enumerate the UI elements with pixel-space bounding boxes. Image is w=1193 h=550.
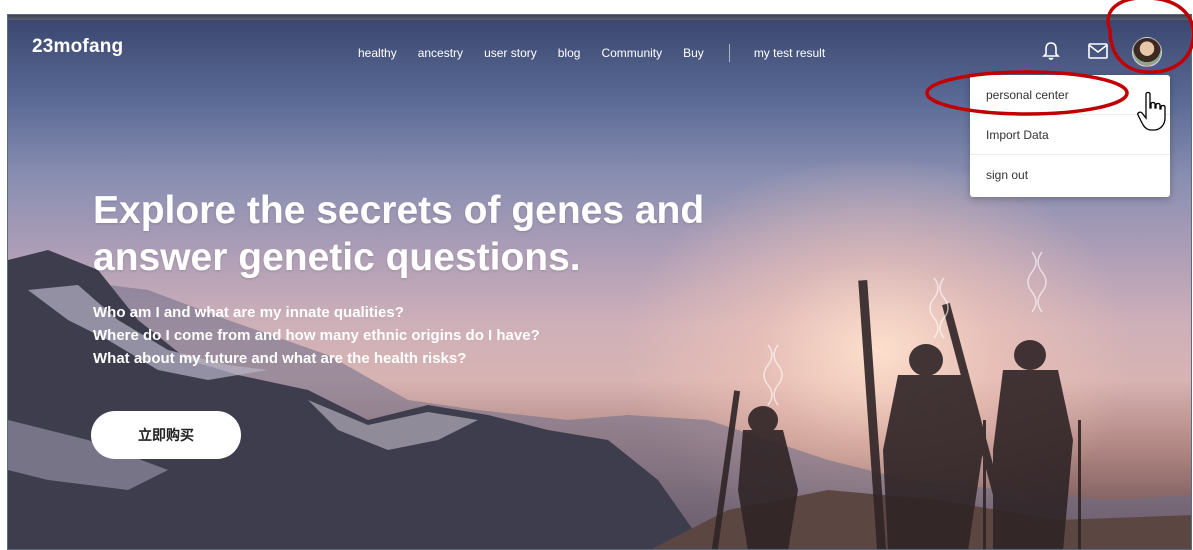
bell-icon[interactable] [1042,41,1060,66]
mail-icon[interactable] [1088,43,1108,64]
menu-item-import-data[interactable]: Import Data [970,115,1170,155]
buy-now-button[interactable]: 立即购买 [91,411,241,459]
nav-link-blog[interactable]: blog [558,46,581,60]
nav-divider [728,44,730,62]
nav-link-user-story[interactable]: user story [484,46,537,60]
menu-item-personal-center[interactable]: personal center [970,75,1170,115]
hero-questions: Who am I and what are my innate qualitie… [93,301,540,370]
brand-logo[interactable]: 23mofang [32,36,123,58]
menu-item-sign-out[interactable]: sign out [970,155,1170,195]
main-nav: healthy ancestry user story blog Communi… [358,44,846,62]
hero-title-line-2: answer genetic questions. [93,236,581,279]
nav-link-healthy[interactable]: healthy [358,46,397,60]
hero-question: Who am I and what are my innate qualitie… [93,304,404,321]
user-avatar[interactable] [1132,37,1162,67]
top-navbar: 23mofang healthy ancestry user story blo… [8,20,1191,72]
hero-title-line-1: Explore the secrets of genes and [93,189,705,232]
nav-link-my-test-result[interactable]: my test result [754,46,825,60]
nav-link-ancestry[interactable]: ancestry [418,46,463,60]
nav-link-community[interactable]: Community [601,46,662,60]
nav-link-buy[interactable]: Buy [683,46,704,60]
browser-viewport: 23mofang healthy ancestry user story blo… [7,14,1192,550]
hero-title: Explore the secrets of genes and answer … [93,187,813,281]
user-menu-dropdown: personal center Import Data sign out [970,75,1170,197]
hero-question: What about my future and what are the he… [93,350,467,367]
hero-question: Where do I come from and how many ethnic… [93,327,540,344]
